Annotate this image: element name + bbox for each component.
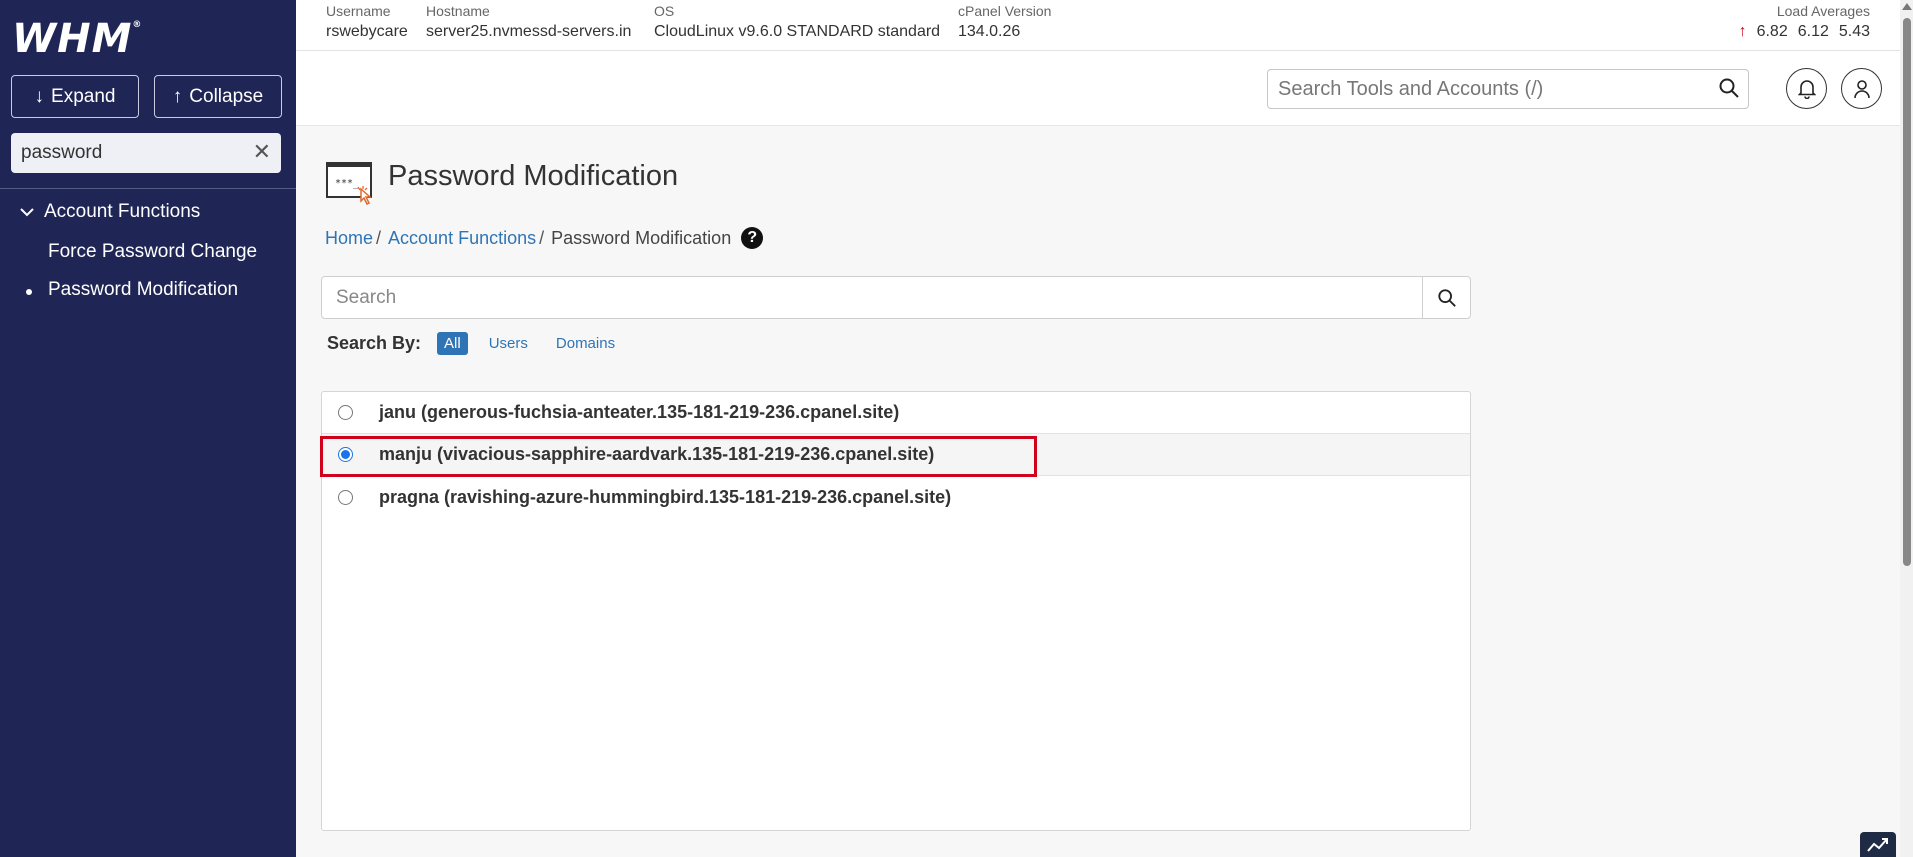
sidebar-search-input[interactable]: password ✕ xyxy=(11,133,281,173)
chevron-down-icon xyxy=(20,204,34,221)
clear-icon[interactable]: ✕ xyxy=(253,139,271,165)
search-by-all[interactable]: All xyxy=(437,332,468,355)
header-bar: Search Tools and Accounts (/) xyxy=(296,51,1900,126)
page-title: Password Modification xyxy=(388,160,679,192)
account-search-button[interactable] xyxy=(1422,276,1471,319)
page-scrollbar[interactable] xyxy=(1900,0,1913,857)
account-radio[interactable] xyxy=(338,489,353,505)
username-info: Username rswebycare xyxy=(326,3,408,40)
sidebar-item-force-password-change[interactable]: Force Password Change xyxy=(48,241,257,263)
tools-accounts-search-input[interactable]: Search Tools and Accounts (/) xyxy=(1267,69,1749,109)
breadcrumb: Home / Account Functions / Password Modi… xyxy=(325,227,764,249)
search-by-users[interactable]: Users xyxy=(482,332,535,355)
user-account-icon[interactable] xyxy=(1841,68,1882,109)
active-bullet-icon xyxy=(26,289,32,295)
scroll-up-arrow-icon[interactable] xyxy=(1902,3,1912,10)
server-info-bar: Username rswebycare Hostname server25.nv… xyxy=(296,0,1900,51)
password-modification-icon: ***_ xyxy=(325,159,377,210)
collapse-button[interactable]: ↑ Collapse xyxy=(154,75,282,118)
notifications-bell-icon[interactable] xyxy=(1786,68,1827,109)
account-row[interactable]: pragna (ravishing-azure-hummingbird.135-… xyxy=(322,476,1470,518)
chart-trend-icon[interactable] xyxy=(1860,832,1896,857)
svg-text:***_: ***_ xyxy=(335,178,360,189)
search-by-filter: Search By: All Users Domains xyxy=(327,332,636,355)
help-icon[interactable]: ? xyxy=(741,227,764,249)
breadcrumb-account-functions[interactable]: Account Functions xyxy=(388,228,536,249)
account-radio[interactable] xyxy=(338,405,353,420)
os-info: OS CloudLinux v9.6.0 STANDARD standard xyxy=(654,3,941,40)
sidebar-divider xyxy=(0,188,296,189)
account-search-input[interactable]: Search xyxy=(321,276,1423,319)
sidebar-category-account-functions[interactable]: Account Functions xyxy=(20,201,200,223)
arrow-down-icon: ↓ xyxy=(34,85,45,107)
search-by-domains[interactable]: Domains xyxy=(549,332,622,355)
sidebar: WHM® ↓ Expand ↑ Collapse password ✕ Acco… xyxy=(0,0,296,857)
search-icon[interactable] xyxy=(1718,77,1740,105)
load-up-arrow-icon: ↑ xyxy=(1738,23,1747,40)
arrow-up-icon: ↑ xyxy=(172,85,183,107)
cpanel-version-info: cPanel Version 134.0.26 xyxy=(958,3,1052,40)
scroll-thumb[interactable] xyxy=(1903,18,1911,566)
account-row[interactable]: janu (generous-fuchsia-anteater.135-181-… xyxy=(322,392,1470,434)
search-icon xyxy=(1437,288,1456,307)
load-averages: Load Averages ↑ 6.82 6.12 5.43 xyxy=(1738,3,1870,40)
expand-button[interactable]: ↓ Expand xyxy=(11,75,139,118)
breadcrumb-current: Password Modification xyxy=(551,227,732,248)
whm-logo[interactable]: WHM® xyxy=(12,16,142,62)
sidebar-item-password-modification[interactable]: Password Modification xyxy=(48,279,238,301)
breadcrumb-home[interactable]: Home xyxy=(325,228,373,249)
hostname-info: Hostname server25.nvmessd-servers.in xyxy=(426,3,632,40)
selection-highlight-box xyxy=(320,436,1037,477)
